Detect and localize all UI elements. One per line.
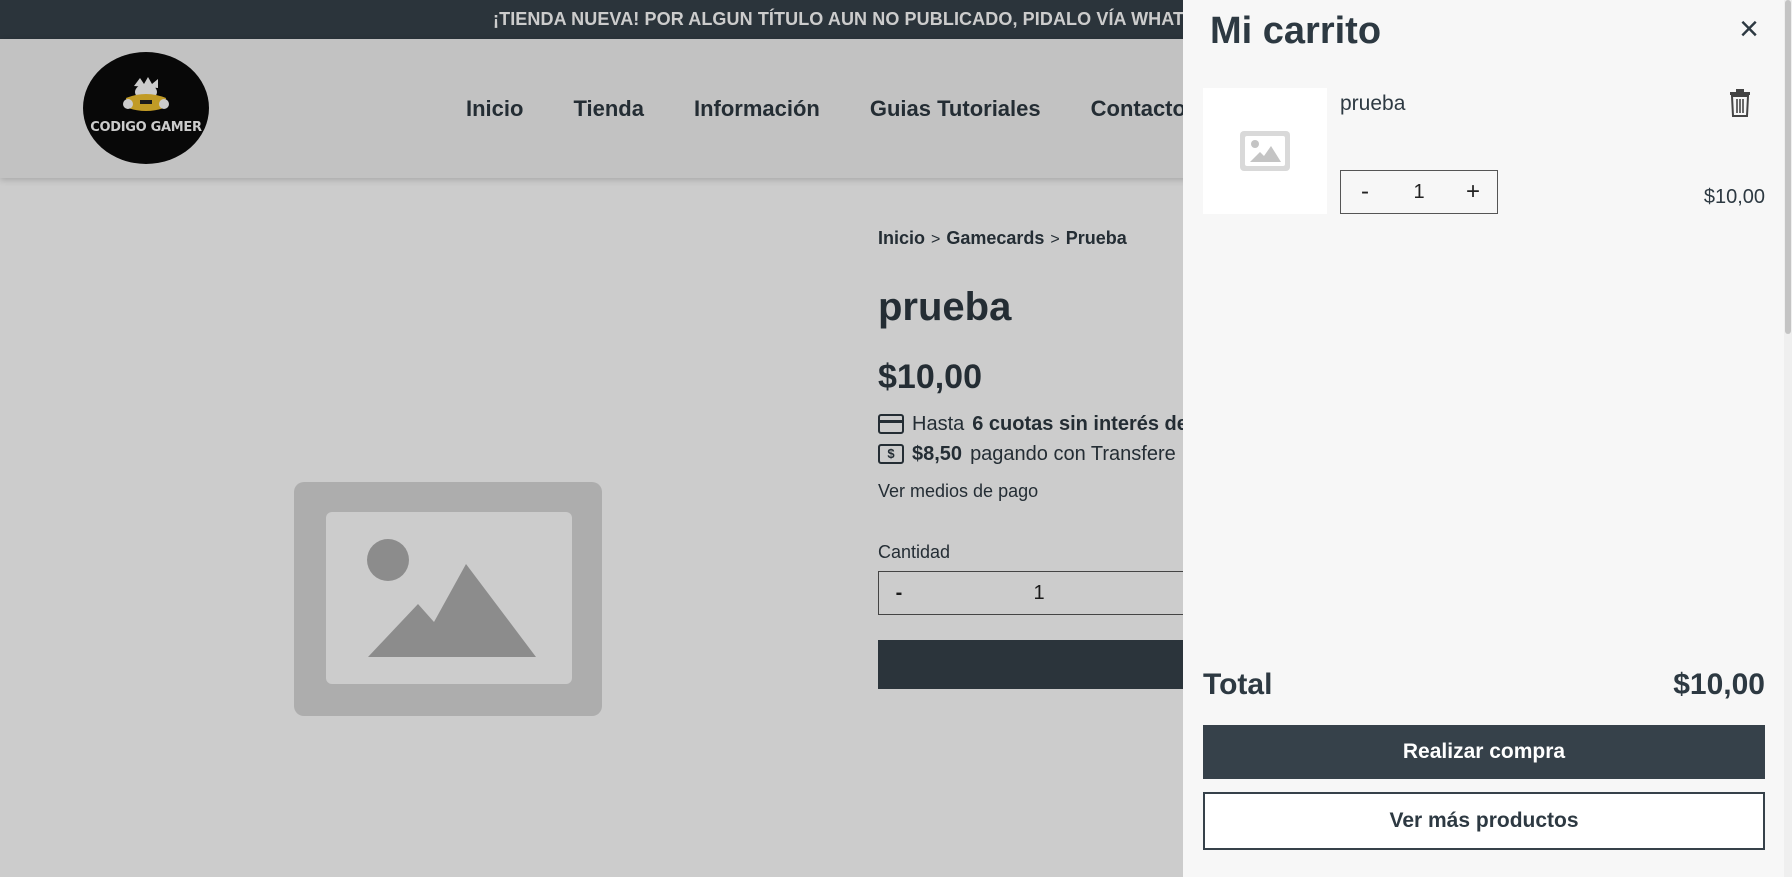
total-label: Total (1203, 668, 1273, 701)
scrollbar[interactable] (1784, 0, 1792, 877)
cart-title: Mi carrito (1210, 10, 1382, 52)
scrollbar-thumb[interactable] (1785, 0, 1791, 334)
close-icon[interactable]: × (1731, 12, 1767, 48)
total-value: $10,00 (1673, 668, 1765, 701)
cart-item-name: prueba (1340, 92, 1406, 115)
cart-quantity-minus-button[interactable]: - (1341, 178, 1389, 206)
see-more-products-button[interactable]: Ver más productos (1203, 792, 1765, 850)
image-placeholder-icon (1240, 131, 1290, 171)
cart-item-price: $10,00 (1703, 186, 1765, 208)
cart-drawer: Mi carrito × prueba - 1 + $10,00 Total $… (1183, 0, 1784, 877)
cart-quantity-stepper: - 1 + (1340, 170, 1498, 214)
trash-icon[interactable] (1726, 88, 1754, 118)
cart-quantity-plus-button[interactable]: + (1449, 178, 1497, 206)
cart-item-image (1203, 88, 1327, 214)
cart-quantity-value[interactable]: 1 (1389, 181, 1449, 204)
cart-total-row: Total $10,00 (1203, 668, 1765, 702)
cart-item: prueba - 1 + $10,00 (1203, 88, 1765, 214)
checkout-button[interactable]: Realizar compra (1203, 725, 1765, 779)
